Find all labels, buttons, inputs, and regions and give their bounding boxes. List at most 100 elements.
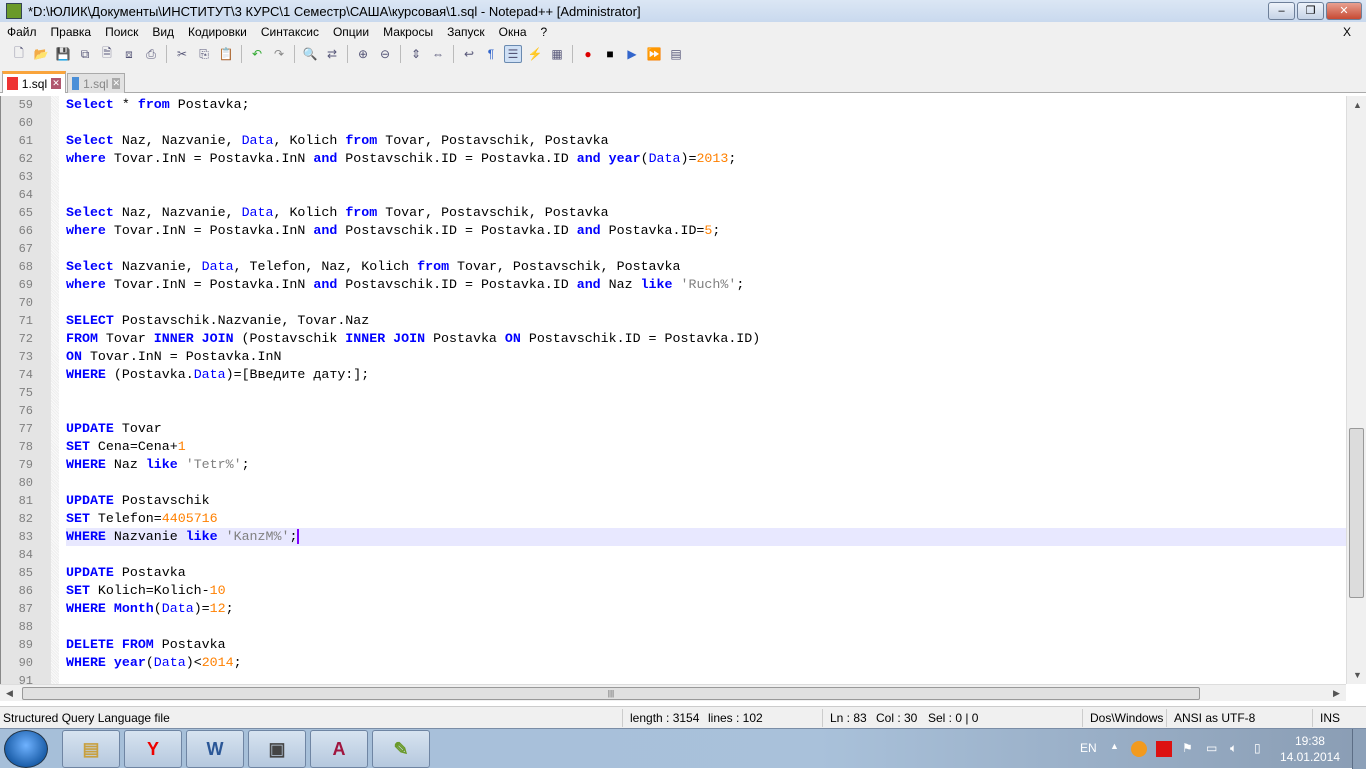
scroll-thumb-horizontal[interactable]: ||| [22,687,1200,700]
word-wrap-icon[interactable]: ↩ [460,45,478,63]
close-button[interactable]: ✕ [1326,2,1362,20]
network-icon[interactable]: ▭ [1206,741,1217,755]
undo-icon[interactable]: ↶ [248,45,266,63]
taskbar-yandex-browser[interactable]: Y [124,730,182,768]
taskbar-word[interactable]: W [186,730,244,768]
power-icon[interactable]: ▯ [1254,741,1261,755]
udl-icon[interactable]: ⚡ [526,45,544,63]
zoom-out-icon[interactable]: ⊖ [376,45,394,63]
tab-1-sql-active[interactable]: 1.sql ✕ [2,71,66,93]
code-line[interactable]: 65 Select Naz, Nazvanie, Data, Kolich fro… [1,204,1346,222]
show-hidden-icons[interactable]: ▲ [1110,741,1119,751]
code-line[interactable]: 91 [1,672,1346,684]
paste-icon[interactable]: 📋 [217,45,235,63]
horizontal-scrollbar[interactable]: ◀ ||| ▶ [0,684,1346,701]
cut-icon[interactable]: ✂ [173,45,191,63]
close-tab-icon[interactable]: ✕ [112,78,120,89]
code-line[interactable]: 80 [1,474,1346,492]
code-line[interactable]: 88 [1,618,1346,636]
code-line[interactable]: 79 WHERE Naz like 'Tetr%'; [1,456,1346,474]
code-line[interactable]: 59 Select * from Postavka; [1,96,1346,114]
menu-item[interactable]: Макросы [376,25,440,39]
action-center-flag-icon[interactable]: ⚑ [1182,741,1193,755]
sync-v-icon[interactable]: ⇕ [407,45,425,63]
code-line[interactable]: 64 [1,186,1346,204]
menu-item[interactable]: Опции [326,25,376,39]
code-line[interactable]: 72 FROM Tovar INNER JOIN (Postavschik INN… [1,330,1346,348]
redo-icon[interactable]: ↷ [270,45,288,63]
yandex-tray-icon[interactable] [1131,741,1147,757]
code-line[interactable]: 86 SET Kolich=Kolich-10 [1,582,1346,600]
menu-item[interactable]: Файл [0,25,44,39]
code-line[interactable]: 66 where Tovar.InN = Postavka.InN and Pos… [1,222,1346,240]
scroll-down-icon[interactable]: ▼ [1353,670,1362,680]
scroll-up-icon[interactable]: ▲ [1353,100,1362,110]
start-button[interactable] [4,730,48,768]
menu-item[interactable]: Кодировки [181,25,254,39]
menu-item[interactable]: Поиск [98,25,145,39]
show-desktop-button[interactable] [1352,729,1366,769]
minimize-button[interactable]: – [1268,2,1295,20]
volume-icon[interactable]: 🔈︎ [1230,741,1237,756]
new-icon[interactable]: 🗋 [10,45,28,63]
replace-icon[interactable]: ⇄ [323,45,341,63]
close-icon[interactable]: 🗎 [98,45,116,63]
code-line[interactable]: 87 WHERE Month(Data)=12; [1,600,1346,618]
find-icon[interactable]: 🔍 [301,45,319,63]
open-icon[interactable]: 📂 [32,45,50,63]
code-line[interactable]: 73 ON Tovar.InN = Postavka.InN [1,348,1346,366]
save-icon[interactable]: 💾 [54,45,72,63]
save-macro-icon[interactable]: ▤ [667,45,685,63]
maximize-button[interactable]: ❐ [1297,2,1324,20]
code-line[interactable]: 81 UPDATE Postavschik [1,492,1346,510]
menu-item[interactable]: Синтаксис [254,25,326,39]
doc-map-icon[interactable]: ▦ [548,45,566,63]
code-line[interactable]: 89 DELETE FROM Postavka [1,636,1346,654]
menu-item[interactable]: Правка [44,25,99,39]
code-line[interactable]: 60 [1,114,1346,132]
code-line[interactable]: 78 SET Cena=Cena+1 [1,438,1346,456]
menu-item[interactable]: Вид [145,25,181,39]
clock[interactable]: 19:38 14.01.2014 [1280,733,1340,765]
sync-h-icon[interactable]: ⇔ [429,45,447,63]
copy-icon[interactable]: ⎘ [195,45,213,63]
record-icon[interactable]: ● [579,45,597,63]
tab-1-sql[interactable]: 1.sql ✕ [67,73,125,93]
code-line[interactable]: 61 Select Naz, Nazvanie, Data, Kolich fro… [1,132,1346,150]
menu-item[interactable]: Окна [492,25,534,39]
code-line[interactable]: 90 WHERE year(Data)<2014; [1,654,1346,672]
scroll-thumb[interactable] [1349,428,1364,598]
code-line[interactable]: 68 Select Nazvanie, Data, Telefon, Naz, K… [1,258,1346,276]
code-line[interactable]: 75 [1,384,1346,402]
code-editor[interactable]: 59 Select * from Postavka; 60 61 Select Naz,… [0,96,1346,684]
show-all-icon[interactable]: ¶ [482,45,500,63]
code-line[interactable]: 63 [1,168,1346,186]
close-tab-icon[interactable]: ✕ [51,78,61,89]
taskbar-file-manager[interactable]: ▣ [248,730,306,768]
code-line[interactable]: 76 [1,402,1346,420]
code-line[interactable]: 77 UPDATE Tovar [1,420,1346,438]
indent-guide-icon[interactable]: ☰ [504,45,522,63]
stop-icon[interactable]: ■ [601,45,619,63]
code-line[interactable]: 70 [1,294,1346,312]
vertical-scrollbar[interactable]: ▲ ▼ [1346,96,1366,684]
scroll-left-icon[interactable]: ◀ [6,688,13,699]
code-line[interactable]: 69 where Tovar.InN = Postavka.InN and Pos… [1,276,1346,294]
print-icon[interactable]: ⎙ [142,45,160,63]
language-indicator[interactable]: EN [1080,741,1097,755]
avira-icon[interactable] [1156,741,1172,757]
code-line[interactable]: 67 [1,240,1346,258]
play-icon[interactable]: ▶ [623,45,641,63]
menu-item[interactable]: Запуск [440,25,492,39]
code-line[interactable]: 62 where Tovar.InN = Postavka.InN and Pos… [1,150,1346,168]
code-line[interactable]: 85 UPDATE Postavka [1,564,1346,582]
code-line[interactable]: 84 [1,546,1346,564]
close-all-icon[interactable]: ⧈ [120,45,138,63]
taskbar-explorer[interactable]: ▤ [62,730,120,768]
zoom-in-icon[interactable]: ⊕ [354,45,372,63]
code-line[interactable]: 82 SET Telefon=4405716 [1,510,1346,528]
play-multiple-icon[interactable]: ⏩ [645,45,663,63]
close-document-button[interactable]: X [1336,25,1358,39]
save-all-icon[interactable]: ⧉ [76,45,94,63]
menu-item[interactable]: ? [534,25,555,39]
